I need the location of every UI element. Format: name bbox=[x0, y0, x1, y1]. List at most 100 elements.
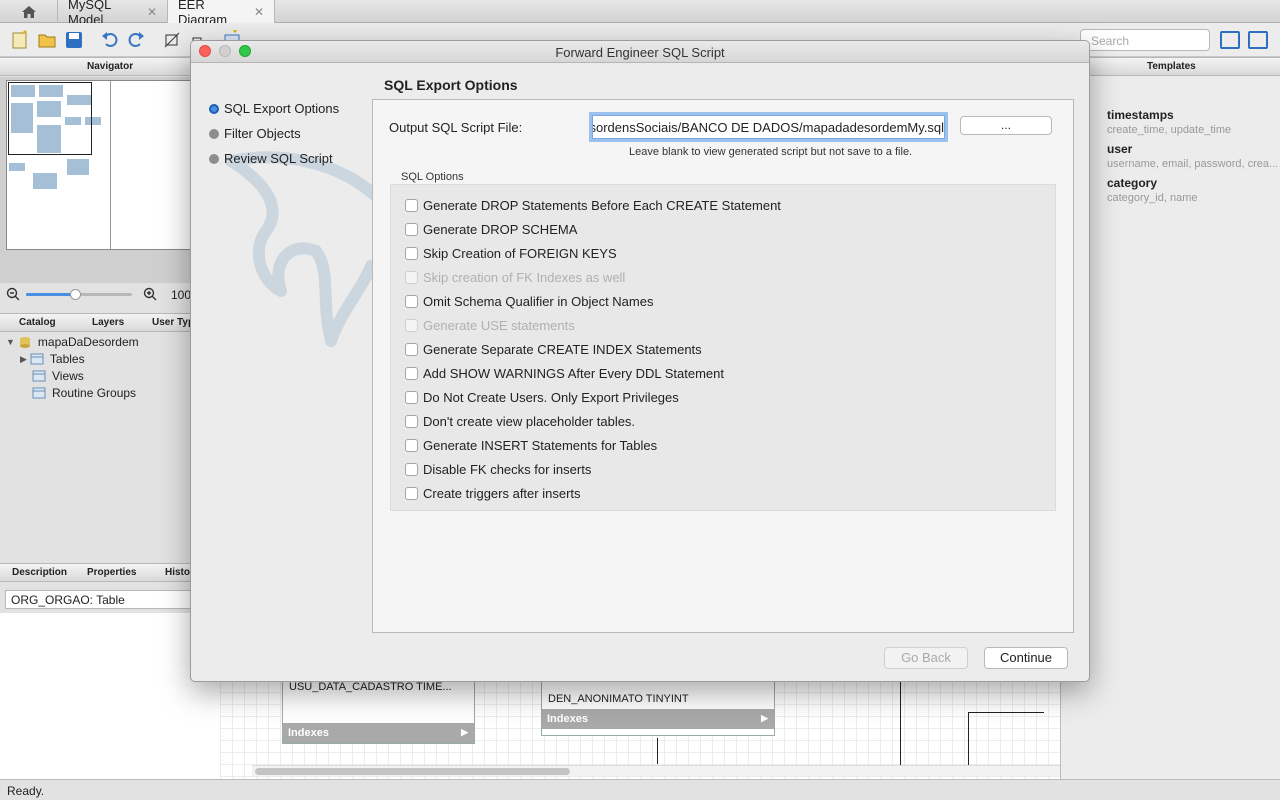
checkbox[interactable] bbox=[405, 247, 418, 260]
expand-arrow-icon[interactable]: ▶ bbox=[761, 713, 768, 724]
option-label: Generate DROP SCHEMA bbox=[423, 222, 578, 237]
sql-options-group: Generate DROP Statements Before Each CRE… bbox=[390, 184, 1056, 511]
zoom-out-icon[interactable] bbox=[6, 287, 20, 301]
step-label: SQL Export Options bbox=[224, 101, 340, 116]
table-column: DEN_ANONIMATO TINYINT bbox=[548, 693, 689, 705]
browse-button[interactable]: ... bbox=[960, 116, 1052, 135]
tab-eer-diagram[interactable]: EER Diagram ✕ bbox=[168, 0, 275, 27]
table-column: USU_DATA_CADASTRO TIME... bbox=[289, 681, 452, 693]
checkbox[interactable] bbox=[405, 199, 418, 212]
undo-icon[interactable] bbox=[100, 30, 120, 50]
indexes-label: Indexes bbox=[547, 713, 588, 725]
checkbox[interactable] bbox=[405, 223, 418, 236]
option-skip-foreign-keys[interactable]: Skip Creation of FOREIGN KEYS bbox=[405, 246, 617, 261]
save-icon[interactable] bbox=[64, 30, 84, 50]
step-review-sql-script[interactable]: Review SQL Script bbox=[209, 151, 333, 166]
option-disable-fk-checks[interactable]: Disable FK checks for inserts bbox=[405, 462, 591, 477]
toggle-left-panel-icon[interactable] bbox=[1220, 31, 1240, 49]
object-selector[interactable]: ORG_ORGAO: Table bbox=[5, 590, 205, 609]
expand-arrow-icon[interactable]: ▶ bbox=[461, 727, 468, 738]
status-text: Ready. bbox=[7, 784, 45, 798]
close-window-button[interactable] bbox=[199, 45, 211, 57]
option-omit-schema-qualifier[interactable]: Omit Schema Qualifier in Object Names bbox=[405, 294, 653, 309]
zoom-controls: 100 bbox=[0, 285, 220, 305]
close-tab-icon[interactable]: ✕ bbox=[254, 5, 264, 19]
option-generate-drop-schema[interactable]: Generate DROP SCHEMA bbox=[405, 222, 577, 237]
option-show-warnings[interactable]: Add SHOW WARNINGS After Every DDL Statem… bbox=[405, 366, 724, 381]
scrollbar-thumb[interactable] bbox=[255, 768, 570, 775]
search-input[interactable]: Search bbox=[1080, 29, 1210, 51]
tab-properties[interactable]: Properties bbox=[87, 567, 136, 578]
checkbox[interactable] bbox=[405, 295, 418, 308]
open-folder-icon[interactable] bbox=[37, 30, 57, 50]
tree-item-schema[interactable]: ▼ mapaDaDesordem bbox=[6, 335, 139, 349]
object-selector-value: ORG_ORGAO: Table bbox=[11, 593, 125, 607]
tables-folder-icon bbox=[30, 353, 44, 365]
close-tab-icon[interactable]: ✕ bbox=[147, 5, 157, 19]
minimap-viewport[interactable] bbox=[8, 82, 92, 155]
template-item[interactable]: timestamps create_time, update_time bbox=[1107, 108, 1231, 136]
option-create-triggers-after-inserts[interactable]: Create triggers after inserts bbox=[405, 486, 581, 501]
option-label: Omit Schema Qualifier in Object Names bbox=[423, 294, 654, 309]
horizontal-scrollbar[interactable] bbox=[252, 765, 1060, 776]
option-no-create-users[interactable]: Do Not Create Users. Only Export Privile… bbox=[405, 390, 679, 405]
option-label: Don't create view placeholder tables. bbox=[423, 414, 636, 429]
diagram-table-partial[interactable] bbox=[968, 712, 1044, 765]
option-label: Generate USE statements bbox=[423, 318, 575, 333]
toggle-grid-icon[interactable] bbox=[162, 30, 182, 50]
option-generate-drop-statements[interactable]: Generate DROP Statements Before Each CRE… bbox=[405, 198, 781, 213]
navigator-header: Navigator bbox=[0, 57, 220, 76]
diagram-table[interactable]: DEN_ANONIMATO TINYINT Indexes ▶ bbox=[541, 678, 775, 736]
home-tab[interactable] bbox=[0, 0, 58, 23]
description-editor[interactable] bbox=[0, 613, 220, 779]
new-document-icon[interactable] bbox=[10, 30, 30, 50]
template-item[interactable]: category category_id, name bbox=[1107, 176, 1198, 204]
views-folder-icon bbox=[32, 370, 46, 382]
checkbox[interactable] bbox=[405, 367, 418, 380]
output-file-input[interactable]: esordensSociais/BANCO DE DADOS/mapadades… bbox=[592, 115, 945, 139]
checkbox[interactable] bbox=[405, 463, 418, 476]
expand-arrow-icon[interactable]: ▼ bbox=[6, 337, 15, 347]
expand-arrow-icon[interactable]: ▶ bbox=[20, 354, 27, 365]
checkbox[interactable] bbox=[405, 439, 418, 452]
forward-engineer-dialog: Forward Engineer SQL Script SQL Export O… bbox=[190, 40, 1090, 682]
table-indexes-section[interactable]: Indexes ▶ bbox=[283, 723, 474, 743]
tab-description[interactable]: Description bbox=[12, 567, 67, 578]
tab-user-types[interactable]: User Typ bbox=[152, 317, 194, 328]
minimap-table bbox=[9, 163, 25, 171]
tab-catalog[interactable]: Catalog bbox=[19, 317, 56, 328]
option-generate-use-statements: Generate USE statements bbox=[405, 318, 575, 333]
go-back-button[interactable]: Go Back bbox=[884, 647, 968, 669]
zoom-slider-track[interactable] bbox=[26, 289, 132, 300]
option-generate-insert-statements[interactable]: Generate INSERT Statements for Tables bbox=[405, 438, 657, 453]
option-separate-create-index[interactable]: Generate Separate CREATE INDEX Statement… bbox=[405, 342, 702, 357]
navigator-minimap[interactable] bbox=[6, 80, 220, 250]
minimize-window-button[interactable] bbox=[219, 45, 231, 57]
zoom-window-button[interactable] bbox=[239, 45, 251, 57]
schema-name: mapaDaDesordem bbox=[37, 335, 139, 349]
dialog-title: Forward Engineer SQL Script bbox=[555, 45, 725, 60]
tree-item-tables[interactable]: ▶ Tables bbox=[20, 352, 85, 366]
checkbox[interactable] bbox=[405, 391, 418, 404]
step-filter-objects[interactable]: Filter Objects bbox=[209, 126, 301, 141]
tab-history[interactable]: Histo bbox=[165, 567, 190, 578]
checkbox[interactable] bbox=[405, 487, 418, 500]
checkbox[interactable] bbox=[405, 343, 418, 356]
continue-button[interactable]: Continue bbox=[984, 647, 1068, 669]
zoom-in-icon[interactable] bbox=[143, 287, 157, 301]
tab-mysql-model[interactable]: MySQL Model ✕ bbox=[58, 0, 168, 27]
navigator-title: Navigator bbox=[87, 61, 134, 72]
tab-layers[interactable]: Layers bbox=[92, 317, 124, 328]
checkbox bbox=[405, 271, 418, 284]
option-no-view-placeholders[interactable]: Don't create view placeholder tables. bbox=[405, 414, 635, 429]
tree-item-routine-groups[interactable]: Routine Groups bbox=[32, 386, 136, 400]
zoom-slider-handle[interactable] bbox=[70, 289, 81, 300]
toggle-right-panel-icon[interactable] bbox=[1248, 31, 1268, 49]
redo-icon[interactable] bbox=[126, 30, 146, 50]
tree-item-views[interactable]: Views bbox=[32, 369, 84, 383]
step-sql-export-options[interactable]: SQL Export Options bbox=[209, 101, 339, 116]
diagram-table[interactable]: USU_DATA_CADASTRO TIME... Indexes ▶ bbox=[282, 678, 475, 744]
template-item[interactable]: user username, email, password, crea... bbox=[1107, 142, 1278, 170]
table-indexes-section[interactable]: Indexes ▶ bbox=[542, 709, 774, 729]
checkbox[interactable] bbox=[405, 415, 418, 428]
